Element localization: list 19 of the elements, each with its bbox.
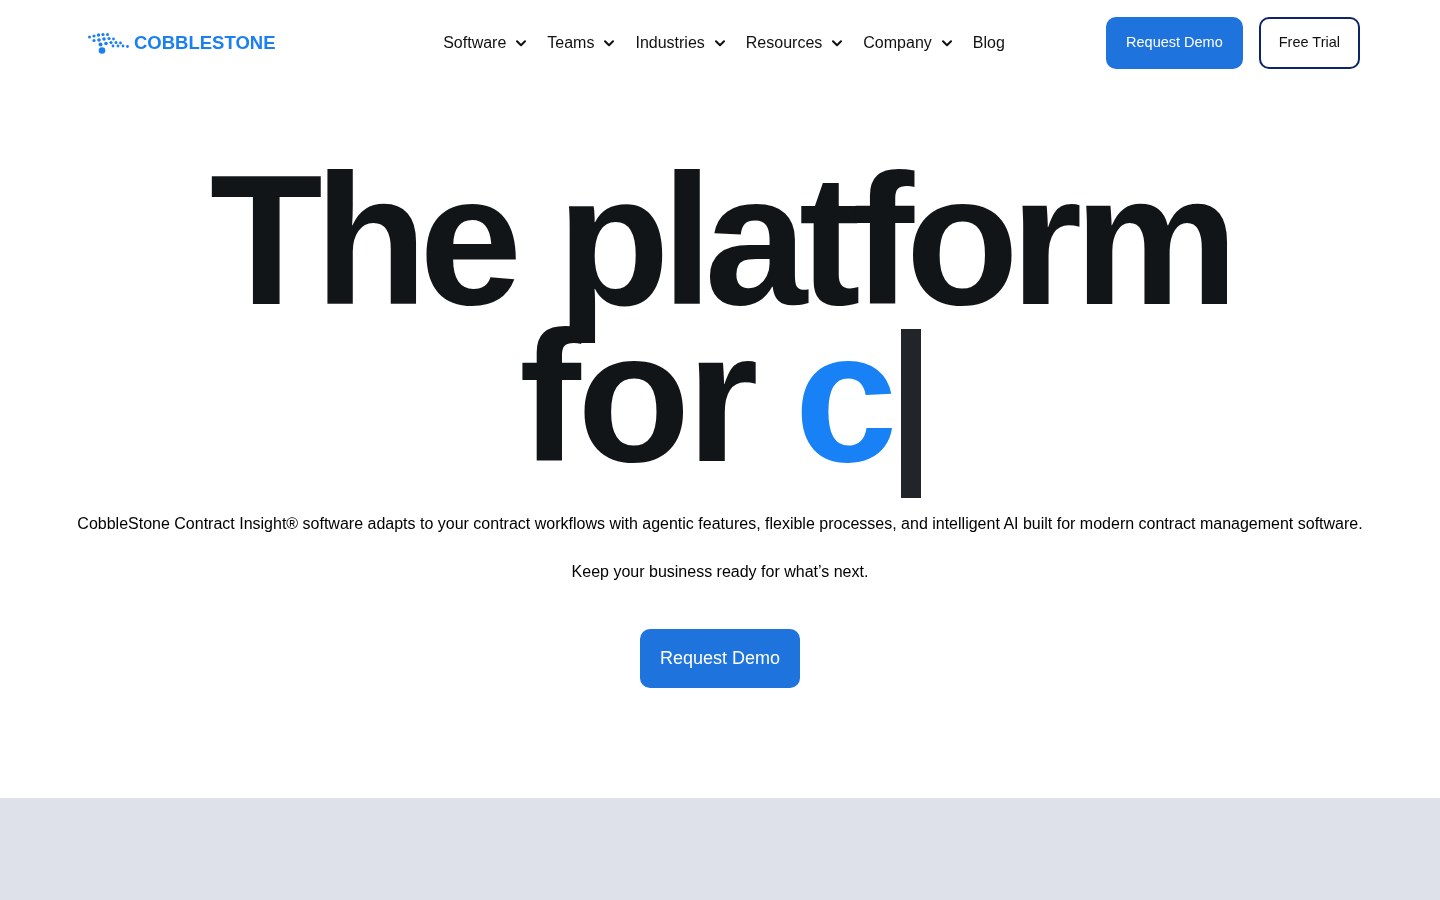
logo-link[interactable]: COBBLESTONE: [88, 32, 276, 54]
nav-dropdown[interactable]: Resources: [745, 33, 843, 53]
hero-description: CobbleStone Contract Insight® software adapts to your contract workflows with agentic features, flexible processes, and intelligent AI built for modern contract management software.: [76, 514, 1364, 534]
dots-logo-icon: [88, 32, 130, 54]
nav-dropdown[interactable]: Teams: [547, 33, 615, 53]
request-demo-button[interactable]: Request Demo: [639, 629, 801, 688]
chevron-down-icon: [941, 39, 952, 47]
chevron-down-icon: [832, 39, 843, 47]
chevron-down-icon: [714, 39, 725, 47]
nav-link[interactable]: Blog: [972, 33, 1005, 53]
nav-dropdown[interactable]: Industries: [635, 33, 725, 53]
chevron-down-icon: [516, 39, 527, 47]
chevron-down-icon: [604, 39, 615, 47]
nav-dropdown[interactable]: Company: [863, 33, 952, 53]
nav-dropdown[interactable]: Software: [443, 33, 527, 53]
hero-tagline: Keep your business ready for what’s next.: [570, 562, 870, 582]
free-trial-button[interactable]: Free Trial: [1258, 17, 1360, 69]
request-demo-button[interactable]: Request Demo: [1106, 17, 1243, 69]
logo-text: COBBLESTONE: [134, 32, 276, 54]
